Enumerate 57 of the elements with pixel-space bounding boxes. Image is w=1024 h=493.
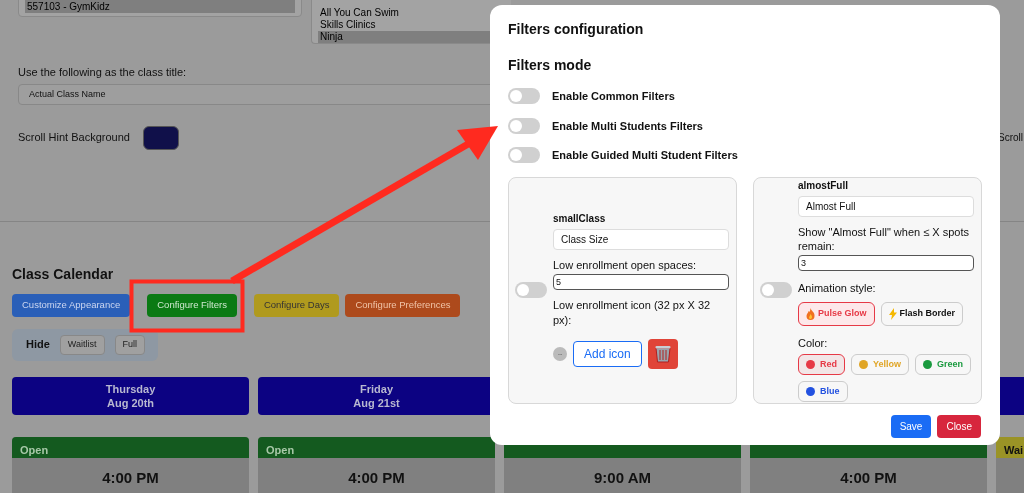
- add-icon-button[interactable]: Add icon: [573, 341, 642, 367]
- class-time: 9:00 AM: [593, 467, 652, 488]
- input-field[interactable]: 3: [798, 255, 974, 271]
- field-label: Low enrollment open spaces:: [553, 258, 698, 272]
- color-option[interactable]: Blue: [798, 381, 848, 402]
- toggle-switch[interactable]: [515, 282, 547, 298]
- day-date: Aug 20th: [106, 395, 155, 410]
- day-name: Friday: [360, 381, 393, 396]
- field-label: Use the following as the class title:: [18, 65, 187, 80]
- field-label: Show "Almost Full" when ≤ X spots remain:: [798, 225, 970, 253]
- color-option[interactable]: Green: [915, 354, 972, 375]
- filter-label: Hide: [26, 337, 50, 353]
- filter-chip[interactable]: Full: [114, 334, 146, 355]
- flame-icon: [806, 307, 815, 320]
- dialog-title: Filters configuration: [508, 20, 645, 39]
- color-swatch[interactable]: [142, 125, 179, 150]
- field-label: smallClass: [553, 212, 607, 226]
- toolbar-button[interactable]: Configure Days: [253, 293, 340, 317]
- toggle-label: Enable Multi Students Filters: [552, 118, 703, 134]
- day-date: Aug 21st: [353, 395, 400, 410]
- toggle-label: Enable Common Filters: [552, 89, 675, 104]
- color-option[interactable]: Red: [798, 354, 845, 375]
- list-box[interactable]: 557103 - GymKidz: [18, 0, 302, 17]
- field-label: Color:: [798, 335, 829, 351]
- input-field[interactable]: 5: [553, 274, 729, 290]
- field-label: almostFull: [798, 179, 849, 193]
- toggle-switch[interactable]: [508, 147, 540, 164]
- day-name: Thursday: [105, 381, 156, 396]
- input-field[interactable]: Class Size: [553, 229, 729, 250]
- trash-icon: [654, 345, 671, 363]
- toolbar-button[interactable]: Configure Filters: [147, 293, 237, 317]
- toolbar-button[interactable]: Customize Appearance: [12, 293, 131, 317]
- field-label: Animation style:: [798, 281, 877, 296]
- option-button[interactable]: Flash Border: [880, 301, 964, 326]
- status-label: Open: [266, 443, 295, 456]
- class-time: 4:00 PM: [347, 467, 406, 488]
- field-label: Low enrollment icon (32 px X 32 px):: [553, 298, 712, 328]
- status-label: Open: [20, 443, 49, 456]
- toggle-switch[interactable]: [508, 117, 540, 134]
- toolbar-button[interactable]: Configure Preferences: [345, 293, 461, 317]
- lightning-icon: [888, 307, 897, 320]
- toggle-switch[interactable]: [508, 88, 540, 105]
- input-field[interactable]: Almost Full: [798, 196, 974, 217]
- field-label: Scroll Hint Background: [18, 130, 130, 146]
- dialog-button[interactable]: Close: [937, 414, 981, 438]
- dialog-button[interactable]: Save: [890, 414, 932, 438]
- list-item[interactable]: 557103 - GymKidz: [25, 0, 295, 13]
- class-time: 4:00 PM: [101, 467, 160, 488]
- toggle-label: Enable Guided Multi Student Filters: [552, 148, 738, 163]
- option-button[interactable]: Pulse Glow: [798, 301, 875, 326]
- toggle-switch[interactable]: [760, 282, 792, 298]
- class-time: 4:00 PM: [839, 467, 898, 488]
- filter-chip[interactable]: Waitlist: [59, 334, 105, 355]
- delete-button[interactable]: [647, 339, 678, 369]
- section-title: Filters mode: [508, 56, 593, 75]
- section-title: Class Calendar: [12, 264, 114, 284]
- status-label: Wai: [1004, 443, 1024, 456]
